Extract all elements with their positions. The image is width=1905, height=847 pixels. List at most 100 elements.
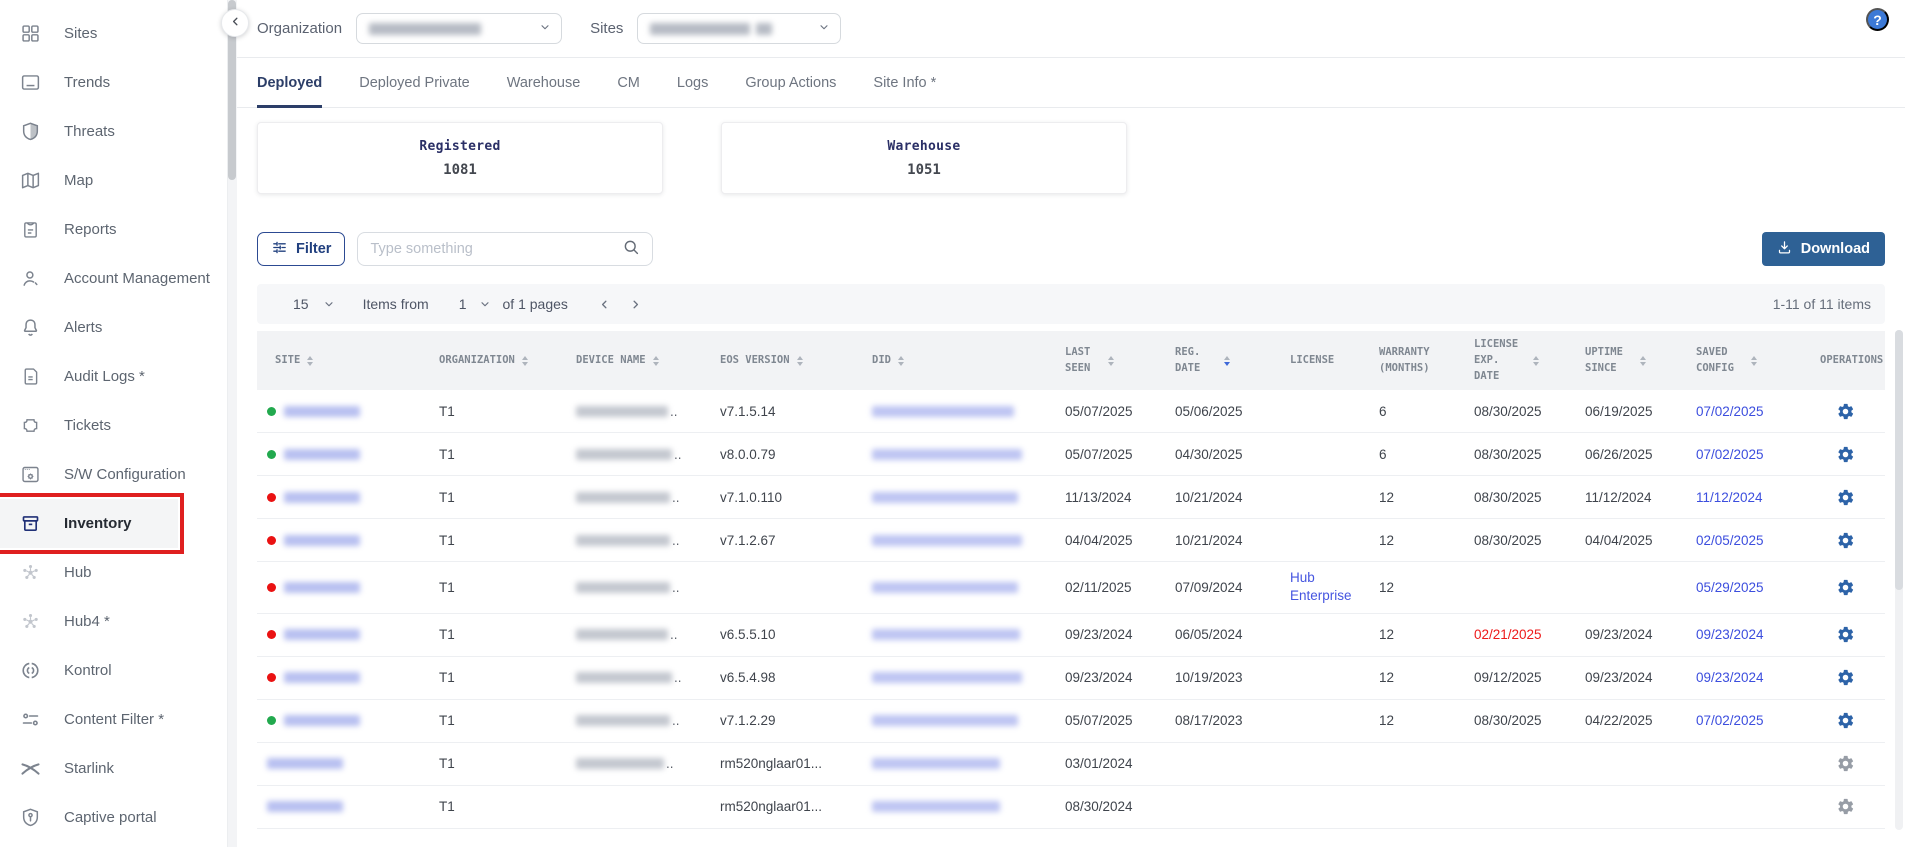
gear-icon[interactable] <box>1836 531 1855 550</box>
column-saved-config[interactable]: SAVED CONFIG <box>1688 345 1812 377</box>
column-license[interactable]: LICENSE <box>1282 353 1371 369</box>
did-link-redacted[interactable] <box>872 492 1018 503</box>
site-link-redacted[interactable] <box>267 801 343 812</box>
previous-page-icon[interactable] <box>598 298 611 311</box>
sites-select[interactable] <box>637 13 841 44</box>
sort-arrows-icon[interactable] <box>522 356 528 366</box>
saved-config-link[interactable]: 09/23/2024 <box>1696 670 1764 685</box>
gear-icon[interactable] <box>1836 711 1855 730</box>
sort-arrows-icon[interactable] <box>1108 356 1114 366</box>
sort-arrows-icon[interactable] <box>1533 356 1539 366</box>
gear-icon[interactable] <box>1836 445 1855 464</box>
sidebar-collapse-button[interactable] <box>221 9 249 37</box>
sort-arrows-icon[interactable] <box>1640 356 1646 366</box>
table-scrollbar-track[interactable] <box>1895 330 1903 830</box>
sidebar-item-trends[interactable]: Trends <box>0 58 178 107</box>
tab-site-info[interactable]: Site Info * <box>873 58 936 107</box>
did-link-redacted[interactable] <box>872 715 1018 726</box>
did-link-redacted[interactable] <box>872 758 1000 769</box>
column-uptime-since[interactable]: UPTIME SINCE <box>1577 345 1688 377</box>
gear-icon[interactable] <box>1836 754 1855 773</box>
sort-arrows-icon[interactable] <box>898 356 904 366</box>
cell-site[interactable] <box>267 751 431 776</box>
sidebar-item-hub4[interactable]: Hub4 * <box>0 597 178 646</box>
sidebar-item-reports[interactable]: Reports <box>0 205 178 254</box>
cell-site[interactable] <box>267 575 431 600</box>
did-link-redacted[interactable] <box>872 449 1022 460</box>
sidebar-item-threats[interactable]: Threats <box>0 107 178 156</box>
sort-arrows-icon[interactable] <box>307 356 313 366</box>
cell-site[interactable] <box>267 622 431 647</box>
tab-deployed[interactable]: Deployed <box>257 58 322 107</box>
cell-site[interactable] <box>267 708 431 733</box>
saved-config-link[interactable]: 09/23/2024 <box>1696 627 1764 642</box>
sidebar-item-audit-logs[interactable]: Audit Logs * <box>0 352 178 401</box>
sort-arrows-icon[interactable] <box>797 356 803 366</box>
page-chevron-down-icon[interactable] <box>479 298 491 310</box>
column-did[interactable]: DID <box>864 353 1057 369</box>
column-site[interactable]: SITE <box>267 353 431 369</box>
tab-logs[interactable]: Logs <box>677 58 708 107</box>
gear-icon[interactable] <box>1836 488 1855 507</box>
saved-config-link[interactable]: 05/29/2025 <box>1696 580 1764 595</box>
cell-site[interactable] <box>267 528 431 553</box>
page-number-value[interactable]: 1 <box>459 296 467 312</box>
column-reg-date[interactable]: REG. DATE <box>1167 345 1282 377</box>
sidebar-item-starlink[interactable]: Starlink <box>0 744 178 793</box>
column-device-name[interactable]: DEVICE NAME <box>568 353 712 369</box>
saved-config-link[interactable]: 02/05/2025 <box>1696 533 1764 548</box>
license-link[interactable]: Hub Enterprise <box>1290 569 1365 605</box>
site-link-redacted[interactable] <box>284 715 360 726</box>
sidebar-item-captive-portal[interactable]: Captive portal <box>0 793 178 842</box>
gear-icon[interactable] <box>1836 668 1855 687</box>
next-page-icon[interactable] <box>629 298 642 311</box>
column-license-exp-date[interactable]: LICENSE EXP. DATE <box>1466 337 1577 384</box>
filter-button[interactable]: Filter <box>257 232 345 266</box>
page-size-value[interactable]: 15 <box>293 296 309 312</box>
help-button[interactable]: ? <box>1866 8 1889 31</box>
did-link-redacted[interactable] <box>872 629 1020 640</box>
site-link-redacted[interactable] <box>284 629 360 640</box>
sidebar-item-sites[interactable]: Sites <box>0 9 178 58</box>
page-size-chevron-down-icon[interactable] <box>323 298 335 310</box>
sidebar-item-sw-configuration[interactable]: S/W Configuration <box>0 450 178 499</box>
site-link-redacted[interactable] <box>267 758 343 769</box>
column-organization[interactable]: ORGANIZATION <box>431 353 568 369</box>
sidebar-scrollbar-track[interactable] <box>227 0 237 847</box>
site-link-redacted[interactable] <box>284 535 360 546</box>
did-link-redacted[interactable] <box>872 672 1022 683</box>
column-eos-version[interactable]: EOS VERSION <box>712 353 864 369</box>
cell-site[interactable] <box>267 485 431 510</box>
sidebar-item-hub[interactable]: Hub <box>0 548 178 597</box>
gear-icon[interactable] <box>1836 797 1855 816</box>
tab-warehouse[interactable]: Warehouse <box>507 58 581 107</box>
cell-site[interactable] <box>267 399 431 424</box>
gear-icon[interactable] <box>1836 402 1855 421</box>
site-link-redacted[interactable] <box>284 672 360 683</box>
did-link-redacted[interactable] <box>872 535 1022 546</box>
site-link-redacted[interactable] <box>284 449 360 460</box>
table-scrollbar-thumb[interactable] <box>1895 330 1903 590</box>
sidebar-item-tickets[interactable]: Tickets <box>0 401 178 450</box>
gear-icon[interactable] <box>1836 578 1855 597</box>
sort-arrows-icon[interactable] <box>1751 356 1757 366</box>
column-warranty[interactable]: WARRANTY (MONTHS) <box>1371 345 1466 377</box>
did-link-redacted[interactable] <box>872 582 1018 593</box>
did-link-redacted[interactable] <box>872 801 1000 812</box>
site-link-redacted[interactable] <box>284 406 360 417</box>
tab-cm[interactable]: CM <box>617 58 640 107</box>
organization-select[interactable] <box>356 13 562 44</box>
sidebar-item-map[interactable]: Map <box>0 156 178 205</box>
sidebar-item-account-management[interactable]: Account Management <box>0 254 178 303</box>
site-link-redacted[interactable] <box>284 582 360 593</box>
saved-config-link[interactable]: 11/12/2024 <box>1696 490 1763 505</box>
cell-site[interactable] <box>267 794 431 819</box>
cell-site[interactable] <box>267 442 431 467</box>
sort-arrows-icon[interactable] <box>653 356 659 366</box>
sidebar-item-alerts[interactable]: Alerts <box>0 303 178 352</box>
saved-config-link[interactable]: 07/02/2025 <box>1696 713 1764 728</box>
cell-site[interactable] <box>267 665 431 690</box>
search-input[interactable] <box>370 241 622 257</box>
column-operations[interactable]: OPERATIONS <box>1812 353 1905 369</box>
saved-config-link[interactable]: 07/02/2025 <box>1696 447 1764 462</box>
